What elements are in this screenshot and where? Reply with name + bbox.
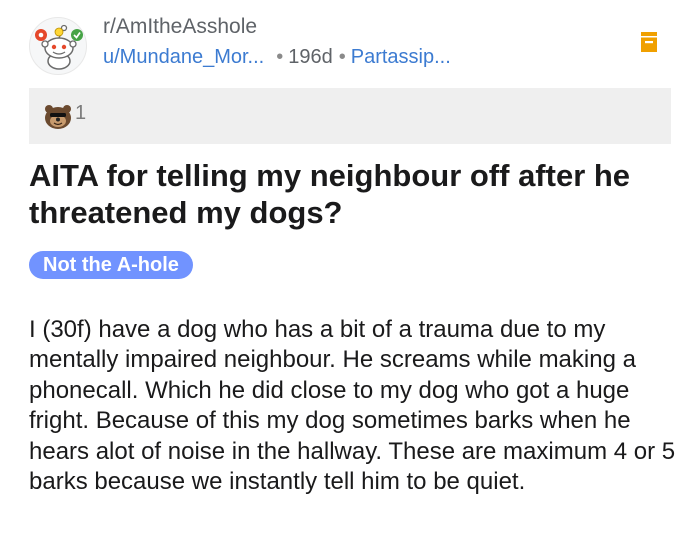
post-meta: u/Mundane_Mor... • 196d • Partassip... (103, 46, 451, 69)
separator-dot: • (276, 46, 284, 68)
author-username[interactable]: u/Mundane_Mor... (103, 46, 264, 68)
subreddit-avatar[interactable] (29, 17, 87, 75)
post-body: I (30f) have a dog who has a bit of a tr… (29, 316, 676, 496)
snoo-avatar-icon (35, 24, 83, 70)
post-age: 196d (288, 46, 333, 68)
post-flair[interactable]: Not the A-hole (29, 251, 193, 279)
separator-dot: • (338, 46, 346, 68)
post-title[interactable]: AITA for telling my neighbour off after … (29, 157, 679, 231)
awards-bar[interactable]: 1 (29, 88, 671, 144)
extra-link[interactable]: Partassip... (351, 46, 451, 68)
save-bookmark-icon[interactable] (641, 32, 657, 52)
subreddit-name[interactable]: r/AmItheAsshole (103, 15, 257, 39)
award-count: 1 (75, 102, 87, 124)
post-page: r/AmItheAsshole u/Mundane_Mor... • 196d • Pa… (0, 0, 700, 556)
award-icon (45, 105, 71, 129)
post-header: r/AmItheAsshole u/Mundane_Mor... • 196d • Pa… (29, 15, 679, 75)
